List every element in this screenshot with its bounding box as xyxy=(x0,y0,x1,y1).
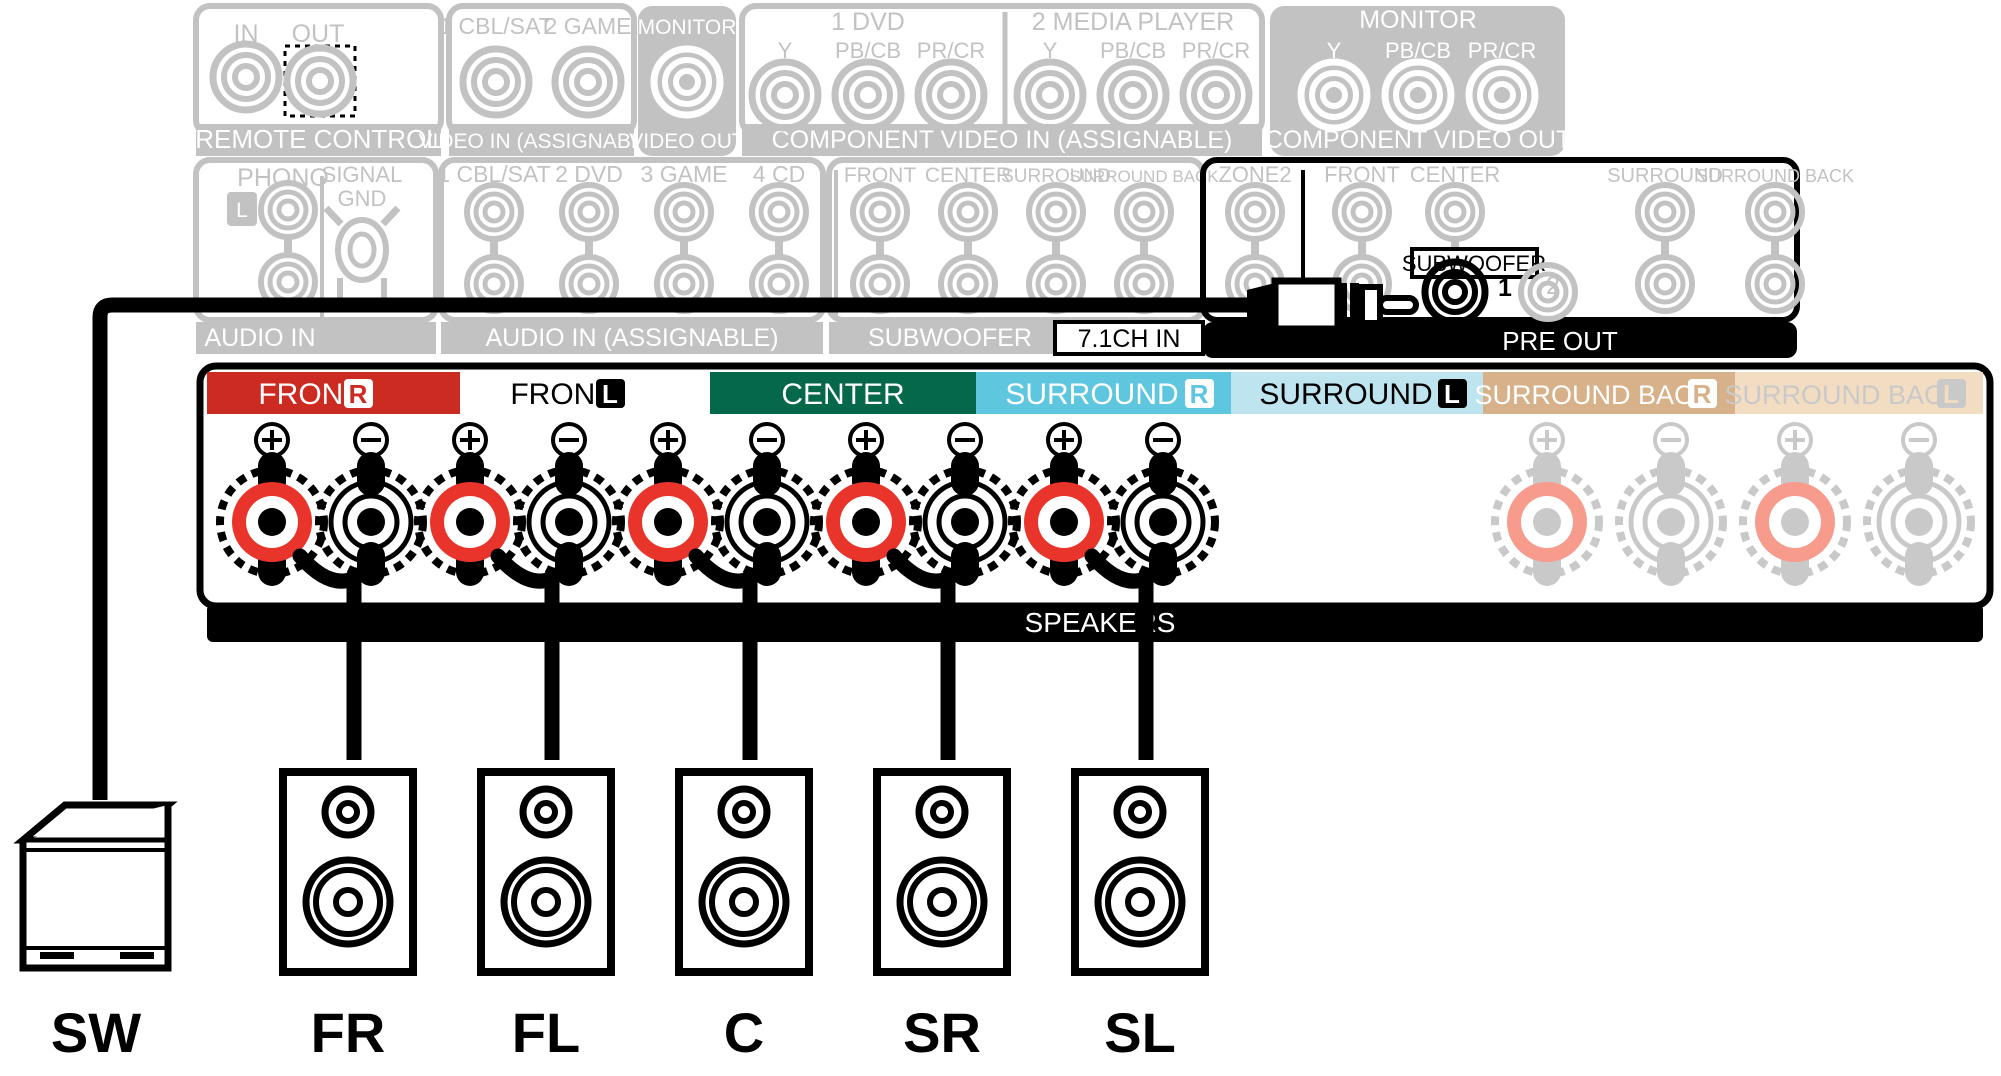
label-surround-l-side: L xyxy=(1444,379,1460,409)
section-label-pre-out: PRE OUT xyxy=(1502,326,1618,356)
section-video-out: MONITOR VIDEO OUT xyxy=(629,6,745,156)
group-label-2-media-player: 2 MEDIA PLAYER xyxy=(1032,8,1234,36)
label-front-r-side: R xyxy=(349,379,368,409)
label-subwoofer-jack-1: 1 xyxy=(1498,274,1512,302)
speakers-panel: FRONT R FRONT L CENTER SURROUND R SURROU… xyxy=(196,362,1994,642)
section-label-71ch-in: 7.1CH IN xyxy=(1078,325,1181,353)
device-label-sl: SL xyxy=(1104,1001,1176,1064)
section-component-video-out: MONITOR Y PB/CB PR/CR COMPONENT VIDEO OU… xyxy=(1265,6,1572,156)
label-phono: PHONO xyxy=(237,164,329,192)
section-label-video-in: VIDEO IN (ASSIGNABLE) xyxy=(418,130,663,153)
section-label-remote-control: REMOTE CONTROL xyxy=(195,124,441,154)
section-label-audio-in: AUDIO IN xyxy=(204,324,315,352)
group-label-1-dvd: 1 DVD xyxy=(831,8,905,36)
label-surround-back-l-side: L xyxy=(1943,379,1959,409)
label-surround-back-r-side: R xyxy=(1693,379,1712,409)
jack-label-video-in-1: 1 CBL/SAT xyxy=(439,13,552,39)
label-signal-gnd-line1: SIGNAL xyxy=(322,162,403,187)
label-surround-back-l-text: SURROUND BACK xyxy=(1724,380,1961,410)
label-surround-r-side: R xyxy=(1190,379,1209,409)
section-label-component-video-out: COMPONENT VIDEO OUT xyxy=(1265,126,1572,154)
group-label-monitor-cvo: MONITOR xyxy=(1359,6,1477,34)
device-label-fl: FL xyxy=(512,1001,580,1064)
label-signal-gnd-line2: GND xyxy=(338,186,387,211)
label-71ch-subwoofer: SUBWOOFER xyxy=(868,324,1032,352)
section-label-component-video-in: COMPONENT VIDEO IN (ASSIGNABLE) xyxy=(772,126,1233,154)
device-label-sr: SR xyxy=(903,1001,981,1064)
label-phono-channel-l: L xyxy=(236,199,248,222)
connection-diagram: REMOTE CONTROL IN OUT VIDEO IN (ASSIGNAB… xyxy=(0,0,2001,1076)
device-label-fr: FR xyxy=(311,1001,386,1064)
jack-label-remote-out: OUT xyxy=(292,20,345,48)
label-surround-back-r-text: SURROUND BACK xyxy=(1474,380,1711,410)
device-label-c: C xyxy=(724,1001,764,1064)
section-label-video-out: VIDEO OUT xyxy=(629,130,745,153)
label-surround-r-text: SURROUND xyxy=(1005,378,1178,411)
device-label-sw: SW xyxy=(51,1001,141,1064)
section-label-audio-in-assignable: AUDIO IN (ASSIGNABLE) xyxy=(485,324,778,352)
label-front-l-side: L xyxy=(602,379,618,409)
label-surround-l-text: SURROUND xyxy=(1259,378,1432,411)
speaker-terminal-labels: FRONT R FRONT L CENTER SURROUND R SURROU… xyxy=(207,372,1983,414)
jack-label-video-out-monitor: MONITOR xyxy=(638,16,737,39)
jack-label-video-in-2: 2 GAME xyxy=(545,13,632,39)
label-center-text: CENTER xyxy=(781,378,904,411)
